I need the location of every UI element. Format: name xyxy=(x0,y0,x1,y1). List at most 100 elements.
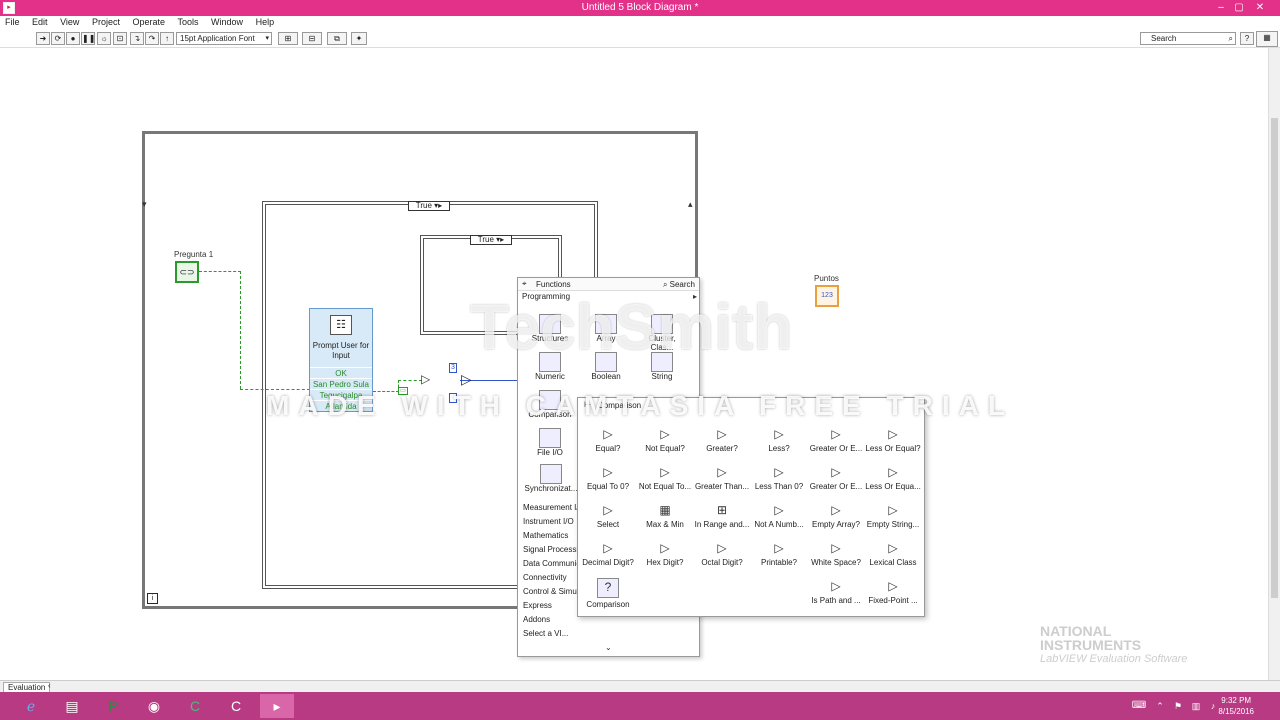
menu-window[interactable]: Window xyxy=(206,16,248,28)
palette-item-file-io[interactable]: File I/O xyxy=(526,428,574,457)
add-function-icon[interactable]: ▷ xyxy=(461,371,472,388)
step-over-icon[interactable]: ↷ xyxy=(145,32,159,45)
comparison-item-empty-array[interactable]: ▷ Empty Array? xyxy=(808,502,864,529)
step-out-icon[interactable]: ↑ xyxy=(160,32,174,45)
comparison-function-icon: ▷ xyxy=(831,579,841,593)
palette-list-item[interactable]: Select a VI... xyxy=(523,629,568,638)
comparison-item-white-space[interactable]: ▷ White Space? xyxy=(808,540,864,567)
keyboard-icon[interactable]: ⌨ xyxy=(1128,694,1150,718)
comparison-item-select[interactable]: ▷ Select xyxy=(580,502,636,529)
retain-wire-values-icon[interactable]: ⊡ xyxy=(113,32,127,45)
numeric-constant[interactable]: 3 xyxy=(449,363,457,373)
minimize-button[interactable]: ‒ xyxy=(1212,1,1230,15)
menu-view[interactable]: View xyxy=(55,16,84,28)
flag-icon[interactable]: ⚑ xyxy=(1170,694,1186,718)
tunnel-right-icon[interactable]: ▴ xyxy=(688,199,693,210)
menu-file[interactable]: File xyxy=(0,16,25,28)
comparison-item-in-range-and[interactable]: ⊞ In Range and... xyxy=(694,502,750,529)
string-control-terminal[interactable]: ⊂⊃ xyxy=(175,261,199,283)
comparison-item-is-path-and[interactable]: ▷ Is Path and ... xyxy=(808,578,864,605)
menu-edit[interactable]: Edit xyxy=(27,16,53,28)
palette-list-item[interactable]: Mathematics xyxy=(523,531,568,540)
camtasia-icon[interactable]: C xyxy=(178,694,212,718)
chrome-icon[interactable]: ◉ xyxy=(137,694,171,718)
network-icon[interactable]: ▥ xyxy=(1188,694,1204,718)
equal-function-icon[interactable]: ▷ xyxy=(421,372,430,386)
comparison-item-less-or-equa[interactable]: ▷ Less Or Equa... xyxy=(865,464,921,491)
tunnel-left-icon[interactable]: ▾ xyxy=(142,199,147,210)
close-button[interactable]: ✕ xyxy=(1251,1,1269,15)
loop-iteration-icon[interactable]: i xyxy=(147,593,158,604)
comparison-item-less[interactable]: ▷ Less? xyxy=(751,426,807,453)
cleanup-diagram-icon[interactable]: ✦ xyxy=(351,32,367,45)
align-objects-icon[interactable]: ⊞ xyxy=(278,32,298,45)
comparison-item-max-min[interactable]: ▦ Max & Min xyxy=(637,502,693,529)
comparison-item-empty-string[interactable]: ▷ Empty String... xyxy=(865,502,921,529)
wire[interactable] xyxy=(199,271,241,272)
comparison-item-greater-or-e[interactable]: ▷ Greater Or E... xyxy=(808,426,864,453)
abort-icon[interactable]: ● xyxy=(66,32,80,45)
highlight-execution-icon[interactable]: ☼ xyxy=(97,32,111,45)
palette-search-button[interactable]: ⌕ Search xyxy=(663,280,695,290)
palette-list-item[interactable]: Express xyxy=(523,601,552,610)
scrollbar-thumb[interactable] xyxy=(1271,118,1278,598)
pause-icon[interactable]: ❚❚ xyxy=(81,32,95,45)
chevron-left-icon[interactable]: ‹ xyxy=(48,681,51,690)
help-icon[interactable]: ? xyxy=(1240,32,1254,45)
comparison-item-hex-digit[interactable]: ▷ Hex Digit? xyxy=(637,540,693,567)
palette-list-item[interactable]: Measurement I/O xyxy=(523,503,585,512)
pin-icon[interactable]: ⌖ xyxy=(522,279,527,289)
tray-arrow-icon[interactable]: ⌃ xyxy=(1152,694,1168,718)
step-into-icon[interactable]: ↴ xyxy=(130,32,144,45)
prompt-output-ok[interactable]: OK xyxy=(310,367,372,378)
menu-project[interactable]: Project xyxy=(87,16,125,28)
palette-list-item[interactable]: Instrument I/O xyxy=(523,517,574,526)
case-selector-outer[interactable]: True ▾▸ xyxy=(408,201,450,211)
search-input[interactable]: Search ⌕ xyxy=(1140,32,1236,45)
comparison-item-greater[interactable]: ▷ Greater? xyxy=(694,426,750,453)
clock[interactable]: 9:32 PM 8/15/2016 xyxy=(1218,695,1254,717)
comparison-item-less-or-equal[interactable]: ▷ Less Or Equal? xyxy=(865,426,921,453)
vertical-scrollbar[interactable] xyxy=(1268,48,1280,680)
search-icon[interactable]: ⌕ xyxy=(1229,33,1233,44)
comparison-item-octal-digit[interactable]: ▷ Octal Digit? xyxy=(694,540,750,567)
labview-taskbar-icon[interactable]: ▸ xyxy=(260,694,294,718)
project-app-icon[interactable]: P xyxy=(96,694,130,718)
palette-list-item[interactable]: Addons xyxy=(523,615,550,624)
comparison-item-greater-or-e[interactable]: ▷ Greater Or E... xyxy=(808,464,864,491)
palette-more-icon[interactable]: ⌄ xyxy=(605,643,612,652)
comparison-item-not-a-numb[interactable]: ▷ Not A Numb... xyxy=(751,502,807,529)
maximize-button[interactable]: ▢ xyxy=(1230,1,1248,15)
menu-operate[interactable]: Operate xyxy=(127,16,170,28)
comparison-item-fixed-point[interactable]: ▷ Fixed-Point ... xyxy=(865,578,921,605)
comparison-item-less-than-0[interactable]: ▷ Less Than 0? xyxy=(751,464,807,491)
run-arrow-icon[interactable]: ➜ xyxy=(36,32,50,45)
comparison-item-not-equal-to[interactable]: ▷ Not Equal To... xyxy=(637,464,693,491)
comparison-item-equal-to-0[interactable]: ▷ Equal To 0? xyxy=(580,464,636,491)
comparison-item-not-equal[interactable]: ▷ Not Equal? xyxy=(637,426,693,453)
comparison-function-icon: ▷ xyxy=(717,541,727,555)
comparison-item-comparison[interactable]: ? Comparison xyxy=(580,578,636,609)
prompt-output-san-pedro-sula[interactable]: San Pedro Sula xyxy=(310,378,372,389)
vi-icon[interactable]: ▦ xyxy=(1256,31,1278,47)
comparison-item-greater-than[interactable]: ▷ Greater Than... xyxy=(694,464,750,491)
distribute-objects-icon[interactable]: ⊟ xyxy=(302,32,322,45)
wire[interactable] xyxy=(240,271,241,389)
run-continuously-icon[interactable]: ⟳ xyxy=(51,32,65,45)
menu-tools[interactable]: Tools xyxy=(173,16,204,28)
reorder-icon[interactable]: ⧉ xyxy=(327,32,347,45)
palette-item-synchronization[interactable]: Synchronizat... xyxy=(524,464,578,493)
numeric-indicator-terminal[interactable]: 123 xyxy=(815,285,839,307)
comparison-item-lexical-class[interactable]: ▷ Lexical Class xyxy=(865,540,921,567)
comparison-item-decimal-digit[interactable]: ▷ Decimal Digit? xyxy=(580,540,636,567)
case-selector-inner[interactable]: True ▾▸ xyxy=(470,235,512,245)
palette-list-item[interactable]: Connectivity xyxy=(523,573,567,582)
file-explorer-icon[interactable]: ▤ xyxy=(55,694,89,718)
wire[interactable] xyxy=(398,380,422,381)
comparison-item-printable[interactable]: ▷ Printable? xyxy=(751,540,807,567)
comparison-item-equal[interactable]: ▷ Equal? xyxy=(580,426,636,453)
internet-explorer-icon[interactable]: ℯ xyxy=(14,694,48,718)
font-selector[interactable]: 15pt Application Font ▾ xyxy=(176,32,272,45)
menu-help[interactable]: Help xyxy=(251,16,280,28)
camtasia-recorder-icon[interactable]: C xyxy=(219,694,253,718)
